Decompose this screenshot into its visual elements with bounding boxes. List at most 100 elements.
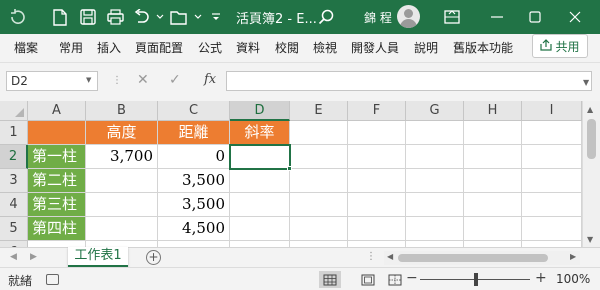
close-icon[interactable] xyxy=(565,7,585,27)
tab-file[interactable]: 檔案 xyxy=(14,39,38,56)
tab-legacy-features[interactable]: 舊版本功能 xyxy=(453,39,513,56)
cell-f1[interactable] xyxy=(348,121,406,145)
tab-data[interactable]: 資料 xyxy=(236,39,260,56)
cell-f3[interactable] xyxy=(348,169,406,193)
horizontal-scrollbar[interactable]: ◀ ▶ xyxy=(384,251,580,265)
cell-c1[interactable]: 距離 xyxy=(158,121,230,145)
column-header[interactable]: B xyxy=(86,101,158,121)
cell-d3[interactable] xyxy=(230,169,290,193)
cell-e5[interactable] xyxy=(290,217,348,241)
user-avatar[interactable] xyxy=(397,5,420,28)
cell-g1[interactable] xyxy=(406,121,464,145)
column-header[interactable]: C xyxy=(158,101,230,121)
user-name[interactable]: 錦 程 xyxy=(364,9,392,26)
zoom-out-button[interactable]: − xyxy=(406,270,418,286)
tab-page-layout[interactable]: 頁面配置 xyxy=(135,39,183,56)
cell-i2[interactable] xyxy=(522,145,582,169)
normal-view-button[interactable] xyxy=(319,271,341,288)
row-header[interactable]: 3 xyxy=(0,169,28,193)
select-all-button[interactable] xyxy=(0,101,28,121)
cell-e3[interactable] xyxy=(290,169,348,193)
cell-i3[interactable] xyxy=(522,169,582,193)
undo-icon[interactable] xyxy=(131,7,151,27)
cell-c4[interactable]: 3,500 xyxy=(158,193,230,217)
zoom-slider-thumb[interactable] xyxy=(474,273,478,286)
undo-dropdown-icon[interactable] xyxy=(150,7,170,27)
cell-d4[interactable] xyxy=(230,193,290,217)
cell-f5[interactable] xyxy=(348,217,406,241)
cell-h3[interactable] xyxy=(464,169,522,193)
cell-e1[interactable] xyxy=(290,121,348,145)
cell-b2[interactable]: 3,700 xyxy=(86,145,158,169)
next-sheet-icon[interactable]: ▶ xyxy=(30,252,37,262)
cell-c5[interactable]: 4,500 xyxy=(158,217,230,241)
cell-d1[interactable]: 斜率 xyxy=(230,121,290,145)
cell-g3[interactable] xyxy=(406,169,464,193)
name-box-dropdown-icon[interactable]: ▼ xyxy=(86,76,91,84)
cell-h1[interactable] xyxy=(464,121,522,145)
cell-g4[interactable] xyxy=(406,193,464,217)
tab-formulas[interactable]: 公式 xyxy=(198,39,222,56)
maximize-icon[interactable] xyxy=(525,7,545,27)
open-folder-icon[interactable] xyxy=(169,7,189,27)
cell-a2[interactable]: 第一柱 xyxy=(28,145,86,169)
cell-e4[interactable] xyxy=(290,193,348,217)
page-layout-view-button[interactable] xyxy=(357,271,379,288)
cell-d5[interactable] xyxy=(230,217,290,241)
cell-a3[interactable]: 第二柱 xyxy=(28,169,86,193)
fill-handle[interactable] xyxy=(287,166,292,171)
tab-review[interactable]: 校閱 xyxy=(275,39,299,56)
column-header[interactable]: A xyxy=(28,101,86,121)
scroll-right-icon[interactable]: ▶ xyxy=(570,252,576,261)
cell-h2[interactable] xyxy=(464,145,522,169)
tab-help[interactable]: 說明 xyxy=(414,39,438,56)
print-icon[interactable] xyxy=(105,7,125,27)
row-header[interactable]: 5 xyxy=(0,217,28,241)
cell-h5[interactable] xyxy=(464,217,522,241)
zoom-in-button[interactable]: + xyxy=(535,270,547,286)
page-break-view-button[interactable] xyxy=(384,271,406,288)
insert-function-icon[interactable]: fx xyxy=(204,72,216,87)
cell-i5[interactable] xyxy=(522,217,582,241)
sheet-tab-splitter-icon[interactable]: ⋮ xyxy=(366,251,376,262)
enter-icon[interactable]: ✓ xyxy=(169,72,181,88)
cell-a5[interactable]: 第四柱 xyxy=(28,217,86,241)
cell-b4[interactable] xyxy=(86,193,158,217)
expand-formula-bar-icon[interactable]: ▼ xyxy=(583,78,589,87)
cell-a1[interactable] xyxy=(28,121,86,145)
tab-home[interactable]: 常用 xyxy=(59,39,83,56)
share-button[interactable]: 共用 xyxy=(532,34,588,58)
horizontal-scroll-thumb[interactable] xyxy=(398,254,548,262)
column-header[interactable]: F xyxy=(348,101,406,121)
formula-input[interactable] xyxy=(226,71,592,91)
tab-view[interactable]: 檢視 xyxy=(313,39,337,56)
cell-b1[interactable]: 高度 xyxy=(86,121,158,145)
cell-h4[interactable] xyxy=(464,193,522,217)
scroll-down-icon[interactable]: ▼ xyxy=(587,235,593,244)
cell-c2[interactable]: 0 xyxy=(158,145,230,169)
row-header[interactable]: 1 xyxy=(0,121,28,145)
cell-b5[interactable] xyxy=(86,217,158,241)
column-header[interactable]: G xyxy=(406,101,464,121)
customize-quick-access-icon[interactable] xyxy=(206,7,226,27)
cell-g2[interactable] xyxy=(406,145,464,169)
cell-i4[interactable] xyxy=(522,193,582,217)
save-icon[interactable] xyxy=(78,7,98,27)
cell-c3[interactable]: 3,500 xyxy=(158,169,230,193)
add-sheet-button[interactable]: + xyxy=(146,250,161,265)
cell-i1[interactable] xyxy=(522,121,582,145)
vertical-scroll-thumb[interactable] xyxy=(587,119,596,159)
name-box[interactable]: D2 xyxy=(6,71,98,91)
row-header[interactable]: 4 xyxy=(0,193,28,217)
accessibility-icon[interactable] xyxy=(46,274,59,285)
autosave-icon[interactable] xyxy=(8,7,28,27)
open-dropdown-icon[interactable] xyxy=(188,7,208,27)
column-header[interactable]: E xyxy=(290,101,348,121)
column-header[interactable]: H xyxy=(464,101,522,121)
column-header[interactable]: I xyxy=(522,101,582,121)
new-file-icon[interactable] xyxy=(50,7,70,27)
row-header-active[interactable]: 2 xyxy=(0,145,28,169)
vertical-scrollbar[interactable]: ▲ ▼ xyxy=(582,101,600,247)
sheet-tab-active[interactable]: 工作表1 xyxy=(68,247,128,268)
cancel-icon[interactable]: ✕ xyxy=(137,72,149,88)
